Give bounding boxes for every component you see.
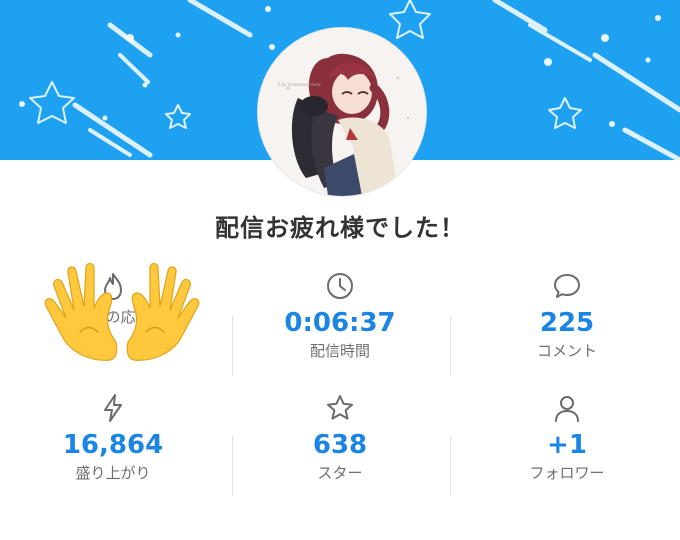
speech-bubble-icon	[454, 270, 680, 302]
divider	[232, 316, 233, 376]
clock-icon	[227, 270, 453, 302]
stat-comments: 225 コメント	[454, 270, 680, 360]
stat-duration-label: 配信時間	[309, 342, 370, 360]
divider	[450, 316, 451, 376]
divider	[232, 436, 233, 496]
stat-excitement-label: 盛り上がり	[75, 464, 151, 482]
stat-stars: 638 スター	[227, 392, 453, 482]
stat-comments-value: 225	[539, 308, 595, 338]
star-icon	[227, 392, 453, 424]
stat-followers-value: +1	[547, 430, 587, 460]
stat-stars-label: スター	[317, 464, 363, 482]
stat-comments-label: コメント	[536, 342, 597, 360]
lightning-icon	[0, 392, 226, 424]
stat-excitement-value: 16,864	[62, 430, 164, 460]
stat-duration: 0:06:37 配信時間	[227, 270, 453, 360]
stat-followers: +1 フォロワー	[454, 392, 680, 482]
stat-stars-value: 638	[312, 430, 368, 460]
stat-duration-value: 0:06:37	[284, 308, 396, 338]
stat-followers-label: フォロワー	[529, 464, 605, 482]
stat-excitement: 16,864 盛り上がり	[0, 392, 226, 482]
raised-hands-emoji-icon	[40, 262, 204, 368]
avatar-caption: Lin Summerview	[278, 82, 322, 88]
anime-girl-illustration-icon: Lin Summerview	[258, 28, 426, 196]
page-title: 配信お疲れ様でした！	[215, 214, 465, 242]
divider	[450, 436, 451, 496]
streamer-avatar[interactable]: Lin Summerview	[258, 28, 426, 196]
person-icon	[454, 392, 680, 424]
